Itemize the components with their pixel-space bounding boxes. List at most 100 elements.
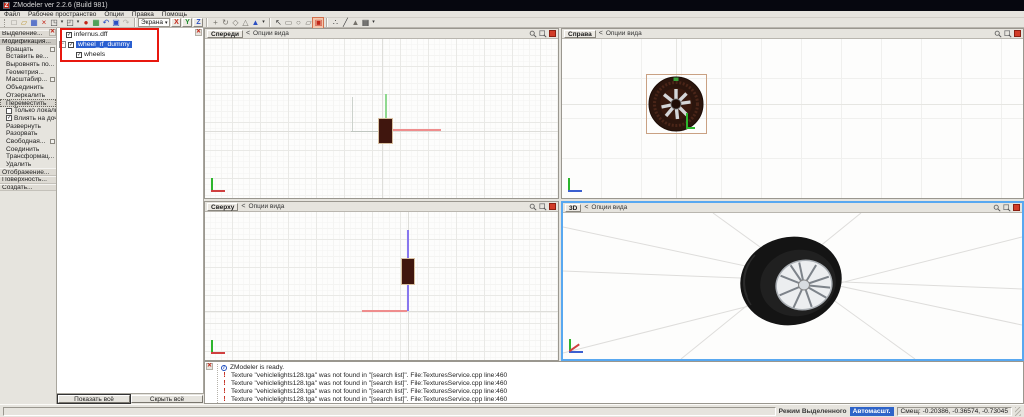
- import-icon[interactable]: ◳: [49, 18, 59, 28]
- checkbox-icon[interactable]: [6, 107, 12, 114]
- maximize-viewport-button[interactable]: [1013, 204, 1020, 211]
- sidebar-item-delete[interactable]: Удалить: [0, 161, 56, 169]
- vertices-mode-icon[interactable]: ∴: [330, 18, 340, 28]
- save-icon[interactable]: ▦: [29, 18, 39, 28]
- viewport-3d[interactable]: 3D < Опции вида: [561, 201, 1024, 361]
- view-options-label[interactable]: Опции вида: [591, 204, 990, 211]
- viewport-top-button[interactable]: Сверху: [207, 202, 239, 211]
- viewport-3d-canvas[interactable]: [563, 213, 1022, 359]
- collapse-minus-icon[interactable]: −: [59, 41, 66, 48]
- sidebar-item-transform[interactable]: Трансформац...: [0, 153, 56, 161]
- open-file-icon[interactable]: ▱: [19, 18, 29, 28]
- texture-image-icon[interactable]: ▦: [91, 18, 101, 28]
- view-options-label[interactable]: Опции вида: [249, 203, 526, 210]
- sidebar-item-attach[interactable]: Соединить: [0, 145, 56, 153]
- maximize-viewport-button[interactable]: [549, 30, 556, 37]
- pivot-cone-icon[interactable]: ▲: [250, 18, 260, 28]
- move-gizmo-icon[interactable]: +: [210, 18, 220, 28]
- wheel-top-mesh[interactable]: [401, 258, 415, 285]
- viewport-front-button[interactable]: Спереди: [207, 29, 243, 38]
- sidebar-check-affect-children[interactable]: Влиять на дочерн.: [0, 115, 56, 123]
- close-sidebar-button[interactable]: ✕: [49, 29, 56, 36]
- zoom-extents-icon[interactable]: [539, 29, 547, 38]
- gizmo-x-axis[interactable]: [393, 129, 441, 131]
- viewport-right[interactable]: Справа < Опции вида: [561, 28, 1024, 199]
- collapse-arrow-icon[interactable]: <: [241, 203, 245, 210]
- snap-gizmo-icon[interactable]: △: [240, 18, 250, 28]
- dropdown-arrow-icon[interactable]: ▾: [370, 18, 376, 28]
- zoom-icon[interactable]: [529, 30, 537, 38]
- zoom-extents-icon[interactable]: [1003, 203, 1011, 212]
- zoom-extents-icon[interactable]: [1004, 29, 1012, 38]
- checkbox-checked-icon[interactable]: ✓: [68, 41, 74, 48]
- objects-mode-icon[interactable]: ▦: [360, 18, 370, 28]
- close-log-button[interactable]: ✕: [206, 363, 213, 370]
- wheel-side-mesh[interactable]: [378, 118, 393, 144]
- export-icon[interactable]: ◰: [65, 18, 75, 28]
- dropdown-arrow-icon[interactable]: ▾: [260, 18, 266, 28]
- sidebar-item-scale[interactable]: Масштабир...: [0, 76, 56, 84]
- sidebar-item-align[interactable]: Выровнять по...: [0, 61, 56, 69]
- sidebar-item-mirror[interactable]: Отзеркалить: [0, 92, 56, 100]
- sidebar-check-local-only[interactable]: Только локальн.: [0, 107, 56, 115]
- menu-item[interactable]: Правка: [128, 11, 158, 18]
- wheel-front-mesh[interactable]: [647, 75, 705, 133]
- checkbox-checked-icon[interactable]: ✓: [76, 51, 82, 58]
- axis-y-button[interactable]: Y: [182, 18, 193, 27]
- sidebar-item-geometry[interactable]: Геометрия...: [0, 68, 56, 76]
- viewport-top[interactable]: Сверху < Опции вида: [204, 201, 559, 361]
- tree-row-wheels[interactable]: ✓ wheels: [76, 50, 105, 59]
- collapse-arrow-icon[interactable]: <: [246, 30, 250, 37]
- viewport-top-canvas[interactable]: [205, 212, 558, 360]
- sidebar-item-move[interactable]: Переместить: [0, 99, 56, 107]
- axis-x-button[interactable]: X: [171, 18, 182, 27]
- tree-label[interactable]: infernus.dff: [74, 31, 108, 38]
- material-sphere-icon[interactable]: ●: [81, 18, 91, 28]
- sidebar-item-modify[interactable]: Модификация...: [0, 37, 56, 46]
- rotate-gizmo-icon[interactable]: ↻: [220, 18, 230, 28]
- view-options-label[interactable]: Опции вида: [606, 30, 991, 37]
- select-circle-icon[interactable]: ○: [293, 18, 303, 28]
- faces-mode-icon[interactable]: ▲: [350, 18, 360, 28]
- tree-row-wheel-dummy[interactable]: − ✓ wheel_rf_dummy: [59, 40, 132, 49]
- select-quad-icon[interactable]: ▭: [283, 18, 293, 28]
- delete-icon[interactable]: ×: [39, 18, 49, 28]
- axis-z-button[interactable]: Z: [193, 18, 204, 27]
- sidebar-item-surface[interactable]: Поверхность...: [0, 176, 56, 184]
- sidebar-item-unite[interactable]: Объединить: [0, 84, 56, 92]
- select-single-icon[interactable]: ↖: [273, 18, 283, 28]
- undo-icon[interactable]: ↶: [101, 18, 111, 28]
- maximize-viewport-button[interactable]: [549, 203, 556, 210]
- toolbar-grip[interactable]: [4, 18, 7, 27]
- checkbox-icon[interactable]: [6, 115, 12, 122]
- sidebar-item-display[interactable]: Отображение...: [0, 168, 56, 177]
- menu-item[interactable]: Файл: [0, 11, 24, 18]
- viewport-right-canvas[interactable]: [562, 39, 1023, 198]
- viewport-right-button[interactable]: Справа: [564, 29, 596, 38]
- collapse-arrow-icon[interactable]: <: [599, 30, 603, 37]
- sidebar-item-rotate[interactable]: Вращать: [0, 45, 56, 53]
- resize-grip[interactable]: [1015, 406, 1021, 416]
- sidebar-item-unwrap[interactable]: Развернуть: [0, 122, 56, 130]
- edges-mode-icon[interactable]: ╱: [340, 18, 350, 28]
- menu-item[interactable]: Помощь: [158, 11, 191, 18]
- gizmo-green-axis[interactable]: [686, 127, 695, 129]
- select-poly-icon[interactable]: ▱: [303, 18, 313, 28]
- scale-gizmo-icon[interactable]: ◇: [230, 18, 240, 28]
- viewport-3d-button[interactable]: 3D: [565, 203, 582, 212]
- zoom-icon[interactable]: [529, 203, 537, 211]
- tree-row-infernus[interactable]: ✓ infernus.dff: [66, 30, 108, 39]
- zoom-icon[interactable]: [993, 204, 1001, 212]
- maximize-viewport-button[interactable]: [1014, 30, 1021, 37]
- menu-item[interactable]: Рабочее пространство: [24, 11, 100, 18]
- zoom-icon[interactable]: [994, 30, 1002, 38]
- embed-script-icon[interactable]: ▣: [111, 18, 121, 28]
- viewport-front-canvas[interactable]: [205, 39, 558, 198]
- view-options-label[interactable]: Опции вида: [253, 30, 526, 37]
- new-file-icon[interactable]: □: [9, 18, 19, 28]
- coord-space-select[interactable]: Экрана ▾: [138, 18, 171, 27]
- redo-icon[interactable]: ↷: [121, 18, 131, 28]
- hide-all-button[interactable]: Скрыть всё: [131, 395, 203, 403]
- sidebar-item-free[interactable]: Свободная...: [0, 138, 56, 146]
- sidebar-item-detach[interactable]: Разорвать: [0, 130, 56, 138]
